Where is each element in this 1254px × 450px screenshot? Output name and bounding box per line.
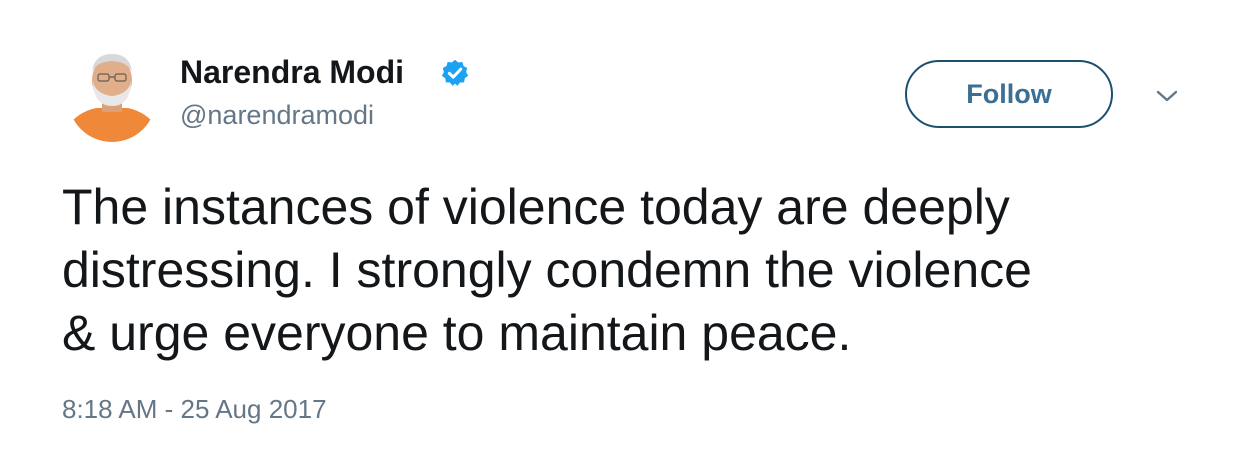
tweet-card: Narendra Modi @narendramodi Follow The i…: [0, 0, 1254, 450]
avatar[interactable]: [68, 46, 156, 142]
author-name[interactable]: Narendra Modi: [180, 52, 404, 92]
tweet-timestamp[interactable]: 8:18 AM - 25 Aug 2017: [62, 392, 327, 426]
chevron-down-icon[interactable]: [1150, 84, 1184, 108]
tweet-text-line: & urge everyone to maintain peace.: [62, 305, 852, 361]
tweet-text-line: distressing. I strongly condemn the viol…: [62, 242, 1032, 298]
avatar-photo: [68, 46, 156, 142]
verified-badge-icon: [441, 59, 469, 86]
tweet-text: The instances of violence today are deep…: [62, 176, 1212, 365]
tweet-text-line: The instances of violence today are deep…: [62, 179, 1010, 235]
author-handle[interactable]: @narendramodi: [180, 98, 374, 132]
follow-button[interactable]: Follow: [905, 60, 1113, 128]
